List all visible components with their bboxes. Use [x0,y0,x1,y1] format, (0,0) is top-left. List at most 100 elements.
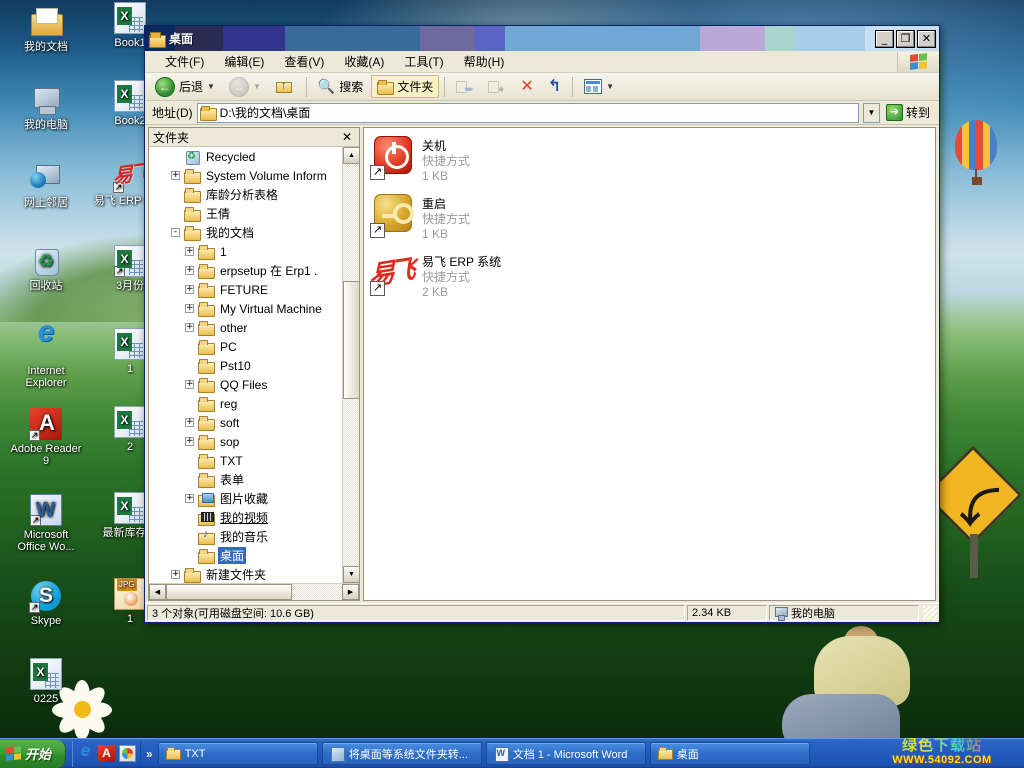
tree-item[interactable]: + My Virtual Machine [149,299,342,318]
internet-explorer-icon[interactable] [77,741,94,762]
expand-icon[interactable]: + [185,304,194,313]
folders-pane[interactable]: 文件夹 ✕ Recycled + System Volume Inform 库龄分析表… [148,127,360,601]
scroll-left-button[interactable]: ◀ [149,584,166,600]
close-button[interactable]: ✕ [917,29,936,48]
scroll-thumb[interactable] [343,281,359,399]
tree-item[interactable]: Pst10 [149,356,342,375]
tree-item[interactable]: + FETURE [149,280,342,299]
views-button[interactable]: ▼ [578,76,620,97]
tree-item[interactable]: +1 [149,242,342,261]
quick-launch-bar[interactable] [72,740,142,767]
tree-item[interactable]: + 新建文件夹 [149,565,342,583]
tree-item[interactable]: 王倩 [149,204,342,223]
taskbar-task-button[interactable]: TXT [157,742,318,765]
tree-item[interactable]: 库龄分析表格 [149,185,342,204]
menu-item-view[interactable]: 查看(V) [274,51,334,72]
menu-item-file[interactable]: 文件(F) [155,51,214,72]
tree-item[interactable]: reg [149,394,342,413]
scroll-up-button[interactable]: ▲ [343,147,359,164]
scroll-thumb-horizontal[interactable] [166,584,292,600]
folder-tree-list[interactable]: Recycled + System Volume Inform 库龄分析表格王倩 - 我的… [149,147,342,583]
desktop-icon[interactable]: Internet Explorer [8,326,84,389]
tree-item[interactable]: Recycled [149,147,342,166]
paint-program-icon[interactable] [119,745,137,762]
chevron-down-icon[interactable]: ▼ [606,82,614,91]
tree-vertical-scrollbar[interactable]: ▲ ▼ [342,147,359,583]
up-button[interactable]: ↑ [269,75,301,99]
scroll-down-button[interactable]: ▼ [343,566,359,583]
menu-item-tools[interactable]: 工具(T) [394,51,453,72]
tree-item[interactable]: + other [149,318,342,337]
expand-icon[interactable]: + [185,247,194,256]
task-button-list[interactable]: TXT 将桌面等系统文件夹转... 文档 1 - Microsoft Word 桌面 [157,742,810,765]
taskbar-task-button[interactable]: 桌面 [649,742,810,765]
menu-bar[interactable]: 文件(F) 编辑(E) 查看(V) 收藏(A) 工具(T) 帮助(H) [145,51,939,73]
chevron-down-icon[interactable]: ▼ [253,82,261,91]
address-input[interactable]: D:\我的文档\桌面 [196,102,859,123]
tree-item[interactable]: + 图片收藏 [149,489,342,508]
maximize-button[interactable]: ❐ [896,29,915,48]
taskbar-task-button[interactable]: 文档 1 - Microsoft Word [485,742,646,765]
desktop-icon[interactable]: ↗ Skype [8,580,84,627]
tree-item[interactable]: + System Volume Inform [149,166,342,185]
scroll-right-button[interactable]: ▶ [342,584,359,600]
desktop-icon[interactable]: 网上邻居 [8,162,84,209]
tree-item[interactable]: + QQ Files [149,375,342,394]
desktop-icon[interactable]: 回收站 [8,245,84,292]
move-to-folder-button[interactable]: ➨ [450,76,480,98]
menu-item-help[interactable]: 帮助(H) [454,51,515,72]
file-list-item[interactable]: ↗ 易飞 ERP 系统快捷方式2 KB [370,252,929,300]
expand-icon[interactable]: + [185,494,194,503]
taskbar-task-button[interactable]: 将桌面等系统文件夹转... [321,742,482,765]
copy-to-folder-button[interactable]: ➧ [482,76,512,98]
desktop-icon[interactable]: 我的文档 [8,6,84,53]
expand-icon[interactable]: + [185,323,194,332]
tree-item[interactable]: + erpsetup 在 Erp1 . [149,261,342,280]
explorer-window[interactable]: 桌面 _ ❐ ✕ 文件(F) 编辑(E) 查看(V) 收藏(A) 工具(T) 帮… [144,25,940,623]
desktop-icon[interactable]: 0225 [8,658,84,705]
collapse-icon[interactable]: - [171,228,180,237]
undo-button[interactable]: ↰ [542,77,567,97]
scroll-track[interactable] [343,164,359,566]
expand-icon[interactable]: + [185,437,194,446]
address-dropdown-button[interactable]: ▼ [862,102,880,123]
desktop-icon[interactable]: ↗ Microsoft Office Wo... [8,494,84,553]
go-button[interactable]: ➜ 转到 [884,103,936,122]
adobe-reader-icon[interactable] [98,745,116,762]
tree-item[interactable]: 表单 [149,470,342,489]
folder-tree[interactable]: Recycled + System Volume Inform 库龄分析表格王倩 - 我的… [149,147,359,583]
forward-button[interactable]: → ▼ [223,74,267,100]
tree-item[interactable]: PC [149,337,342,356]
chevron-down-icon[interactable]: ▼ [207,82,215,91]
window-titlebar[interactable]: 桌面 _ ❐ ✕ [145,26,939,51]
menu-item-favorites[interactable]: 收藏(A) [334,51,394,72]
file-list-item[interactable]: ↗ 重启 快捷方式 1 KB [370,194,929,242]
tree-item[interactable]: - 我的文档 [149,223,342,242]
desktop-icon[interactable]: ↗ Adobe Reader 9 [8,408,84,467]
tree-item[interactable]: + soft [149,413,342,432]
tree-item[interactable]: 我的视频 [149,508,342,527]
address-bar[interactable]: 地址(D) D:\我的文档\桌面 ▼ ➜ 转到 [145,101,939,125]
expand-icon[interactable]: + [171,171,180,180]
file-list-pane[interactable]: ↗关机快捷方式1 KB ↗重启快捷方式1 KB ↗易飞 ERP 系统快捷方式2 KB [363,127,936,601]
back-button[interactable]: ← 后退 ▼ [149,74,221,100]
tree-horizontal-scrollbar[interactable]: ◀ ▶ [149,583,359,600]
taskbar[interactable]: 开始 » TXT 将桌面等系统文件夹转... 文档 1 - Microsoft Wo… [0,738,1024,768]
tree-item[interactable]: TXT [149,451,342,470]
folders-button[interactable]: 文件夹 [371,75,440,98]
tree-item[interactable]: 我的音乐 [149,527,342,546]
expand-icon[interactable]: + [185,380,194,389]
toolbar[interactable]: ← 后退 ▼ → ▼ ↑ 🔍 搜索 文件夹 ➨ ➧ ✕ ↰ ▼ [145,73,939,101]
start-button[interactable]: 开始 [0,739,67,768]
window-controls[interactable]: _ ❐ ✕ [875,29,939,48]
expand-icon[interactable]: + [171,570,180,579]
menu-item-edit[interactable]: 编辑(E) [214,51,274,72]
quick-launch-more-icon[interactable]: » [144,747,155,761]
resize-grip[interactable] [923,606,937,620]
expand-icon[interactable]: + [185,266,194,275]
expand-icon[interactable]: + [185,418,194,427]
search-button[interactable]: 🔍 搜索 [312,75,369,98]
file-list-item[interactable]: ↗ 关机 快捷方式 1 KB [370,136,929,184]
minimize-button[interactable]: _ [875,29,894,48]
tree-item[interactable]: 桌面 [149,546,342,565]
